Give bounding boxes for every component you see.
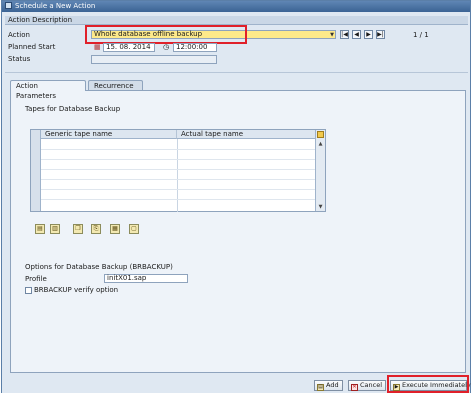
execute-icon: ▶ (393, 384, 400, 391)
row-selector-column[interactable] (31, 130, 41, 211)
verify-label: BRBACKUP verify option (34, 286, 119, 294)
status-label: Status (8, 55, 31, 63)
status-field (91, 55, 217, 64)
previous-record-button[interactable]: ◀ (352, 30, 361, 39)
title-bar: Schedule a New Action (2, 1, 470, 12)
last-record-button[interactable]: ▶| (376, 30, 385, 39)
tab-action-parameters[interactable]: Action Parameters (10, 80, 86, 100)
table-row[interactable] (41, 179, 317, 180)
planned-time-field[interactable]: 12:00:00 (173, 43, 217, 52)
deselect-all-icon[interactable]: ▢ (129, 224, 139, 234)
table-row[interactable] (41, 169, 317, 170)
window-icon (5, 2, 12, 9)
add-button[interactable]: ▤ Add (314, 380, 343, 391)
table-settings-icon[interactable] (317, 131, 324, 138)
cancel-button[interactable]: ✕ Cancel (348, 380, 387, 391)
schedule-action-window: Schedule a New Action Action Description… (1, 0, 471, 393)
scroll-up-icon[interactable]: ▲ (316, 141, 325, 147)
calendar-icon[interactable]: ▦ (94, 43, 101, 52)
action-value: Whole database offline backup (94, 30, 203, 38)
table-vertical-scrollbar[interactable]: ▲ ▼ (315, 130, 325, 211)
add-label: Add (326, 381, 339, 389)
scroll-down-icon[interactable]: ▼ (316, 204, 325, 210)
action-label: Action (8, 31, 30, 39)
table-row[interactable] (41, 149, 317, 150)
next-record-button[interactable]: ▶ (364, 30, 373, 39)
delete-row-icon[interactable]: ▥ (50, 224, 60, 234)
add-icon: ▤ (317, 384, 324, 391)
execute-label: Execute Immediately (402, 381, 471, 389)
tapes-group-title: Tapes for Database Backup (25, 105, 121, 113)
table-row[interactable] (41, 189, 317, 190)
first-record-button[interactable]: |◀ (340, 30, 349, 39)
column-header-actual[interactable]: Actual tape name (177, 130, 317, 139)
insert-row-icon[interactable]: ▤ (35, 224, 45, 234)
planned-date-field[interactable]: 15. 08. 2014 (103, 43, 155, 52)
table-row[interactable] (41, 159, 317, 160)
planned-start-label: Planned Start (8, 43, 56, 51)
cancel-label: Cancel (360, 381, 383, 389)
verify-checkbox[interactable] (25, 287, 32, 294)
action-description-header: Action Description (5, 16, 468, 25)
tapes-table: Generic tape name Actual tape name ▲ ▼ (30, 129, 326, 212)
execute-immediately-button[interactable]: ▶ Execute Immediately (390, 380, 471, 391)
divider (5, 72, 468, 73)
options-group-title: Options for Database Backup (BRBACKUP) (25, 263, 173, 271)
action-select[interactable]: Whole database offline backup ▼ (91, 30, 336, 39)
column-header-generic[interactable]: Generic tape name (41, 130, 177, 139)
page-counter: 1 / 1 (413, 31, 429, 39)
chevron-down-icon[interactable]: ▼ (330, 32, 334, 39)
select-all-icon[interactable]: ▦ (110, 224, 120, 234)
cancel-icon: ✕ (351, 384, 358, 391)
window-title: Schedule a New Action (15, 2, 96, 10)
table-row[interactable] (41, 199, 317, 200)
profile-label: Profile (25, 275, 47, 283)
paste-icon[interactable]: ⎘ (91, 224, 101, 234)
content-area: Action Description Action Whole database… (5, 14, 468, 377)
clock-icon[interactable]: ◷ (163, 43, 169, 52)
footer-toolbar: ▤ Add ✕ Cancel ▶ Execute Immediately (2, 375, 471, 393)
copy-icon[interactable]: ❐ (73, 224, 83, 234)
profile-field[interactable]: initX01.sap (104, 274, 188, 283)
action-parameters-panel: Tapes for Database Backup Generic tape n… (10, 90, 466, 373)
